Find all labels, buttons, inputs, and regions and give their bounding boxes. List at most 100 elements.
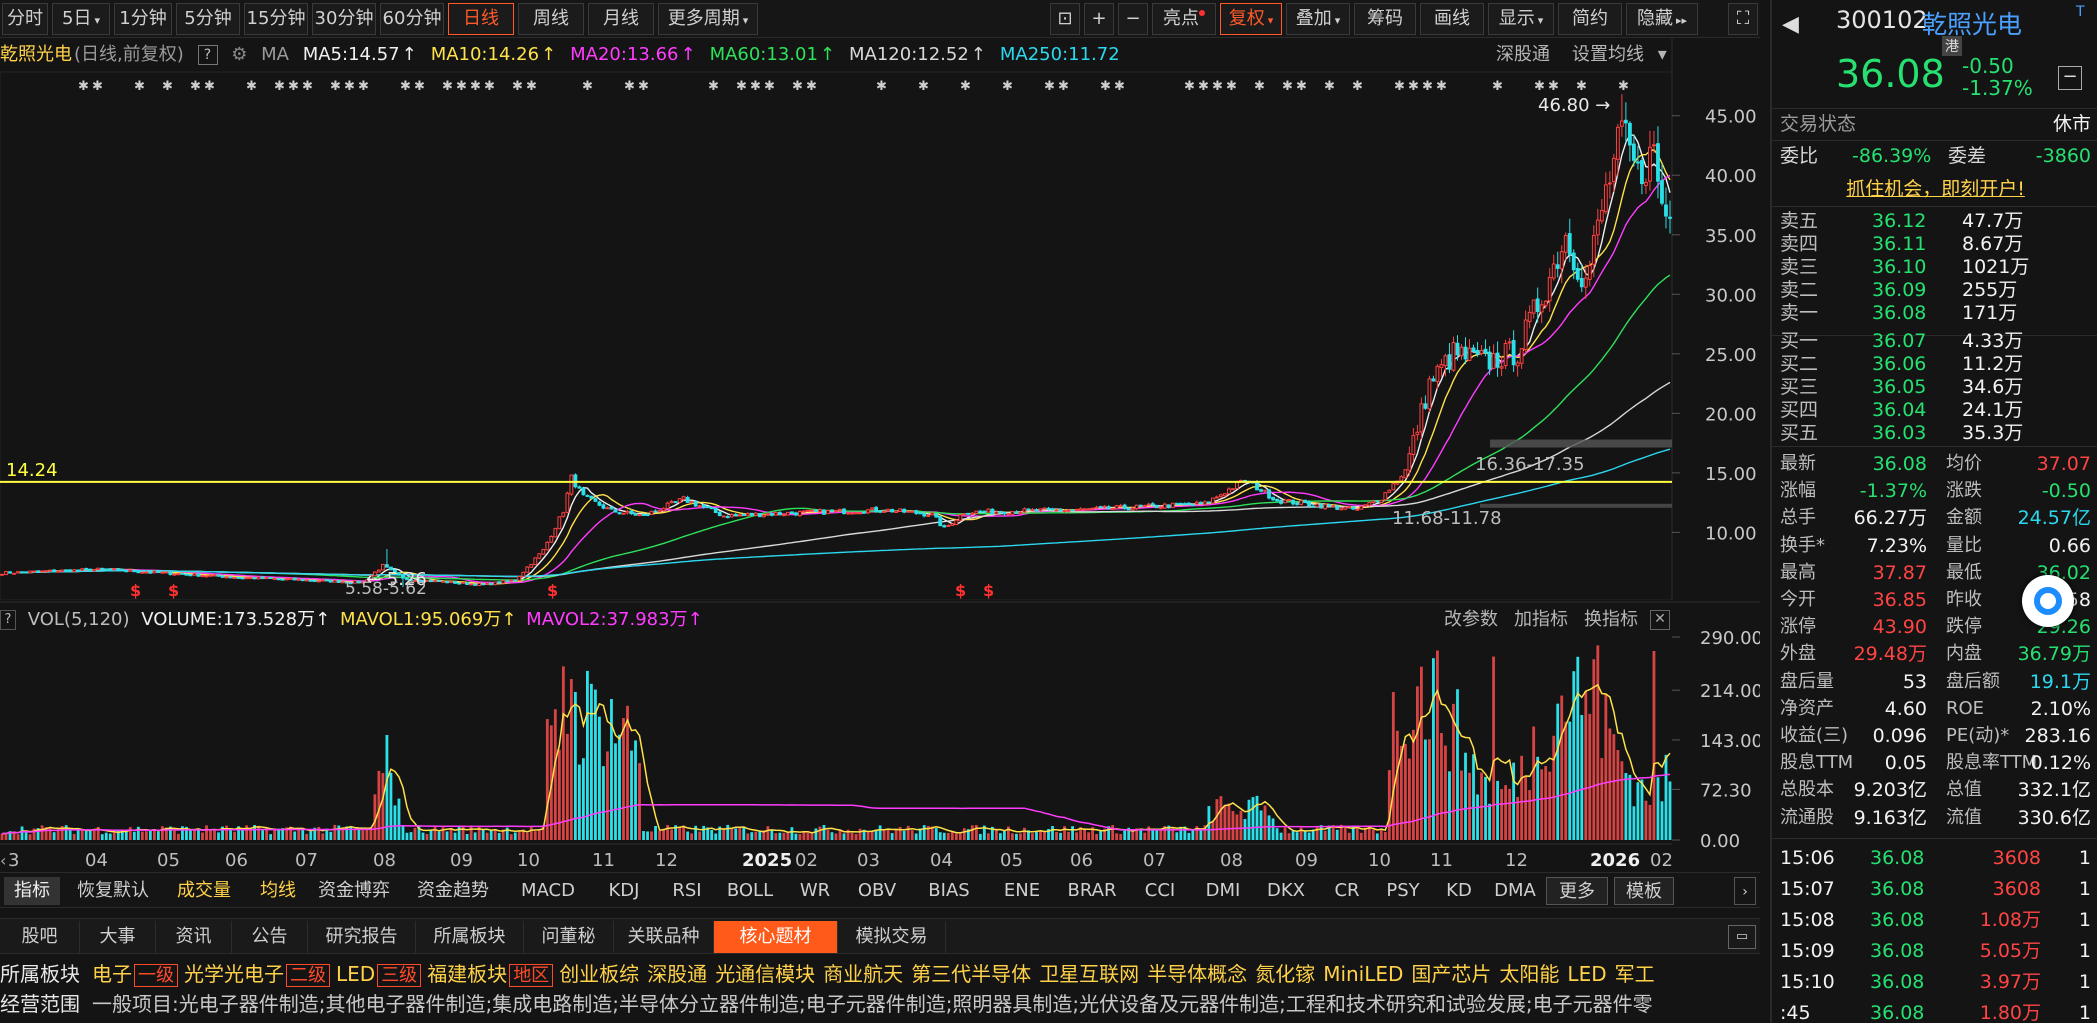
vol-switch-indicator[interactable]: 换指标 (1584, 606, 1638, 634)
bid-row[interactable]: 买一 36.07 4.33万 (1780, 330, 2091, 353)
candle-body (1543, 300, 1548, 306)
sector-item[interactable]: 光通信模块 (715, 962, 815, 986)
bottom-tab-7[interactable]: 关联品种 (614, 921, 714, 953)
vol-add-indicator[interactable]: 加指标 (1514, 606, 1568, 634)
indicator-12[interactable]: BIAS (914, 877, 984, 905)
bid-row[interactable]: 买五 36.03 35.3万 (1780, 422, 2091, 445)
sector-item[interactable]: 卫星互联网 (1039, 962, 1139, 986)
bottom-tab-2[interactable]: 资讯 (156, 921, 232, 953)
sector-item[interactable]: MiniLED (1323, 962, 1403, 986)
candle-body (497, 581, 502, 584)
bottom-tab-8[interactable]: 核心题材 (714, 921, 838, 953)
indicator-3[interactable]: 均线 (248, 877, 308, 905)
sector-item[interactable]: 国产芯片 (1411, 962, 1491, 986)
sector-item[interactable]: LED (336, 962, 375, 986)
candle-body (1194, 501, 1199, 505)
ask-row[interactable]: 卖二 36.09 255万 (1780, 279, 2091, 302)
sector-item[interactable]: 半导体概念 (1147, 962, 1247, 986)
indicator-14[interactable]: BRAR (1060, 877, 1124, 905)
sector-item[interactable]: 创业板综 (559, 962, 639, 986)
ask-row[interactable]: 卖四 36.11 8.67万 (1780, 233, 2091, 256)
sector-level-badge: 二级 (286, 964, 330, 987)
candle-body (1170, 502, 1175, 509)
sector-item[interactable]: 光学光电子 (184, 962, 284, 986)
candle-body (822, 509, 826, 515)
sector-item[interactable]: 深股通 (647, 962, 707, 986)
ask-row[interactable]: 卖三 36.10 1021万 (1780, 256, 2091, 279)
indicator-18[interactable]: CR (1322, 877, 1372, 905)
candle-body (1070, 509, 1075, 512)
bottom-tab-0[interactable]: 股吧 (0, 921, 80, 953)
indicator-22[interactable]: 更多 (1546, 877, 1608, 905)
kline-main-chart[interactable]: ✱ ✱ ✱ ✱ ✱ ✱ ✱ ✱ ✱ ✱ ✱ ✱ ✱ ✱ ✱ ✱ ✱ ✱ ✱ ✱ ✱ ✱ ✱ ✱ ✱ ✱ ✱ ✱ ✱ ✱ ✱ ✱ ✱ ✱ ✱ ✱ ✱ ✱ ✱ ✱… (0, 0, 1760, 600)
candle-body (457, 582, 462, 585)
candle-body (1267, 489, 1271, 499)
volume-bar (1472, 754, 1475, 840)
ask-row[interactable]: 卖一 36.08 171万 (1780, 302, 2091, 325)
candle-body (1668, 216, 1672, 219)
open-account-link[interactable]: 抓住机会，即刻开户! (1846, 178, 2025, 200)
vol-tick-label: 143.00 (1700, 731, 1760, 752)
close-icon[interactable]: ✕ (1650, 610, 1670, 630)
candle-body (429, 579, 433, 583)
vol-edit-params[interactable]: 改参数 (1444, 606, 1498, 634)
indicator-20[interactable]: KD (1434, 877, 1484, 905)
sector-item[interactable]: 电子 (92, 962, 132, 986)
indicator-11[interactable]: OBV (846, 877, 908, 905)
volume-bar (385, 735, 389, 840)
indicator-23[interactable]: 模板 (1614, 877, 1674, 905)
indicator-9[interactable]: BOLL (716, 877, 784, 905)
level-label: 买二 (1780, 353, 1819, 375)
ask-row[interactable]: 卖五 36.12 47.7万 (1780, 210, 2091, 233)
left-arrow-icon[interactable]: ◀ (1782, 12, 1799, 37)
sector-item[interactable]: 军工 (1615, 962, 1655, 986)
indicator-7[interactable]: KDJ (590, 877, 658, 905)
volume-bar (618, 734, 621, 840)
indicator-13[interactable]: ENE (990, 877, 1054, 905)
panel-toggle-icon[interactable]: ▭ (1728, 925, 1756, 949)
level-label: 买一 (1780, 330, 1819, 352)
candle-body (40, 570, 45, 573)
bid-row[interactable]: 买三 36.05 34.6万 (1780, 376, 2091, 399)
indicator-4[interactable]: 资金博弈 (314, 877, 394, 905)
bottom-tab-1[interactable]: 大事 (80, 921, 156, 953)
bottom-tab-9[interactable]: 模拟交易 (838, 921, 946, 953)
candle-body (930, 512, 935, 516)
sector-item[interactable]: 太阳能 (1499, 962, 1559, 986)
indicator-19[interactable]: PSY (1378, 877, 1428, 905)
candle-body (605, 507, 610, 510)
indicator-1[interactable]: 恢复默认 (66, 877, 160, 905)
bottom-tab-5[interactable]: 所属板块 (416, 921, 524, 953)
bottom-tab-6[interactable]: 问董秘 (524, 921, 614, 953)
volume-bar (910, 830, 914, 840)
scroll-right-icon[interactable]: › (1734, 877, 1756, 905)
indicator-2[interactable]: 成交量 (166, 877, 242, 905)
bid-row[interactable]: 买二 36.06 11.2万 (1780, 353, 2091, 376)
sector-item[interactable]: 氮化镓 (1255, 962, 1315, 986)
volume-bar (1424, 739, 1427, 840)
indicator-5[interactable]: 资金趋势 (400, 877, 506, 905)
bid-row[interactable]: 买四 36.04 24.1万 (1780, 399, 2091, 422)
volume-bar (1359, 832, 1363, 840)
indicator-21[interactable]: DMA (1490, 877, 1540, 905)
indicator-10[interactable]: WR (790, 877, 840, 905)
volume-bar (12, 831, 16, 840)
sector-item[interactable]: 福建板块 (427, 962, 507, 986)
sector-item[interactable]: 第三代半导体 (911, 962, 1031, 986)
indicator-16[interactable]: DMI (1196, 877, 1250, 905)
sector-item[interactable]: LED (1567, 962, 1606, 986)
indicator-17[interactable]: DKX (1256, 877, 1316, 905)
indicator-6[interactable]: MACD (512, 877, 584, 905)
indicator-0[interactable]: 指标 (4, 877, 60, 905)
indicator-15[interactable]: CCI (1130, 877, 1190, 905)
bottom-tab-3[interactable]: 公告 (232, 921, 308, 953)
volume-collapse-icon[interactable]: ? (0, 610, 16, 630)
menu-icon[interactable]: − (2058, 66, 2082, 90)
candle-body (509, 579, 514, 582)
sector-item[interactable]: 商业航天 (823, 962, 903, 986)
assistant-float-icon[interactable] (2022, 575, 2074, 627)
volume-bar (561, 666, 565, 840)
tick-price: 36.08 (1870, 847, 1925, 869)
indicator-8[interactable]: RSI (664, 877, 710, 905)
bottom-tab-4[interactable]: 研究报告 (308, 921, 416, 953)
